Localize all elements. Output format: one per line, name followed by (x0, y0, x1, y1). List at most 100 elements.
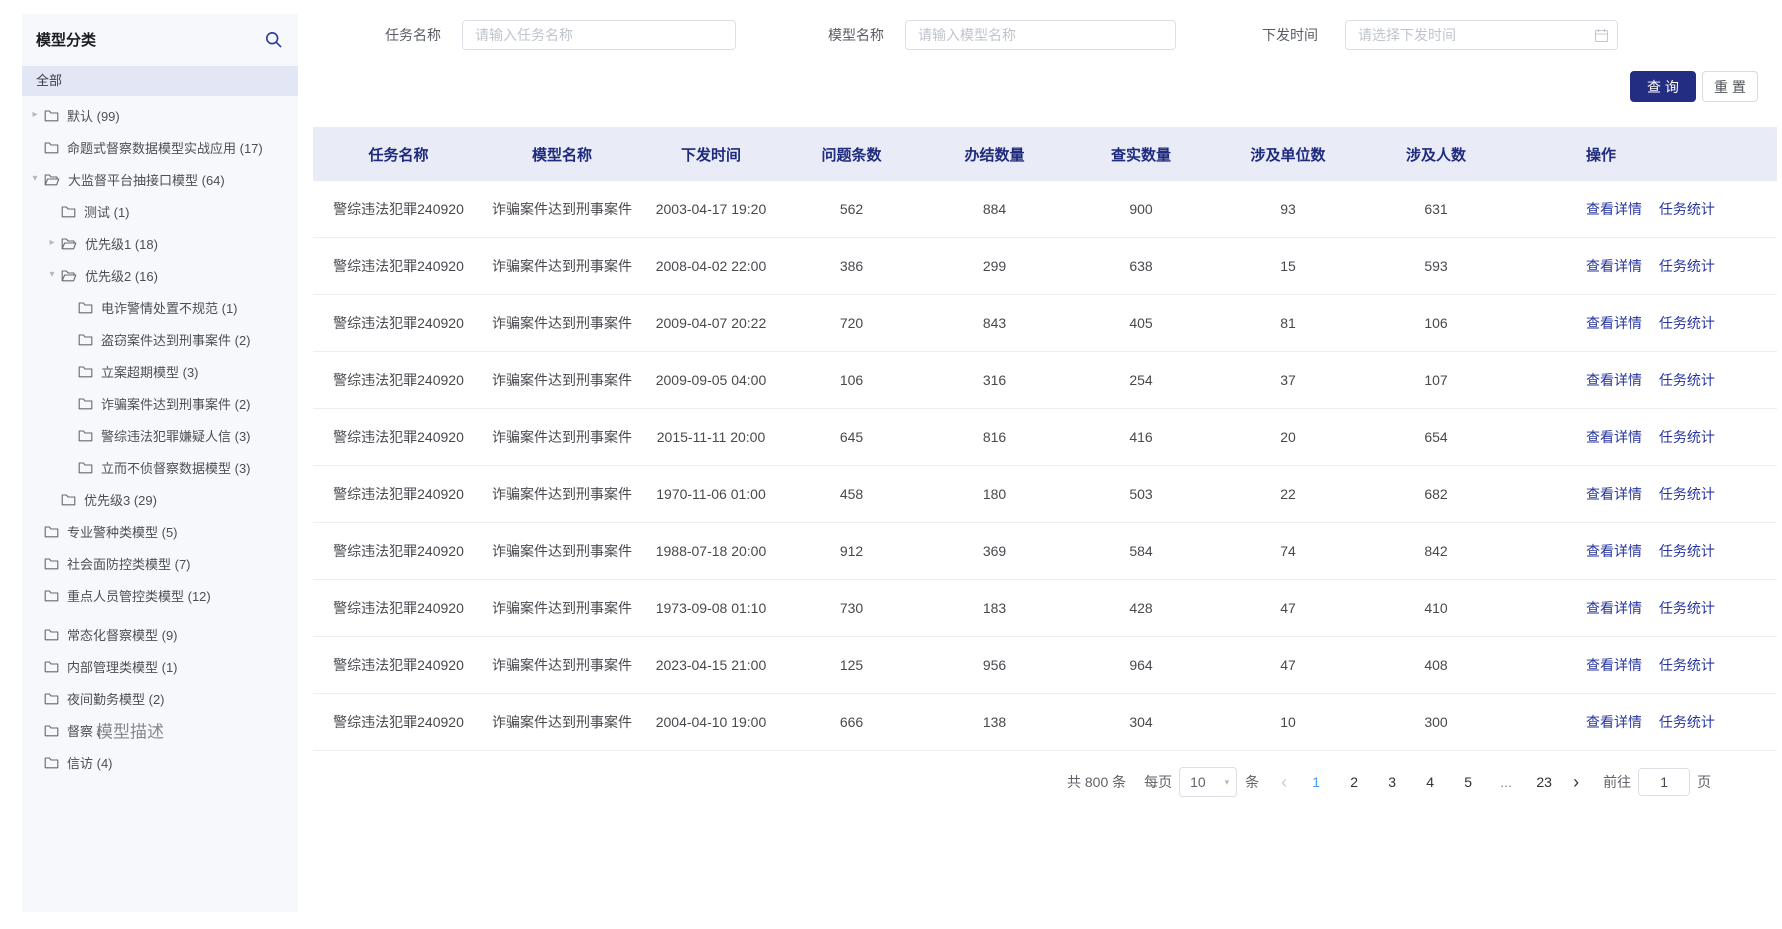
table-row: 警综违法犯罪240920 诈骗案件达到刑事案件 1988-07-18 20:00… (313, 523, 1777, 580)
view-details-link[interactable]: 查看详情 (1586, 600, 1642, 616)
pagination-ellipsis: ... (1491, 767, 1521, 797)
task-stats-link[interactable]: 任务统计 (1659, 543, 1715, 559)
pagination-page[interactable]: 4 (1415, 767, 1445, 797)
cell-actions: 查看详情 任务统计 (1510, 427, 1777, 447)
tree-item[interactable]: 命题式督察数据模型实战应用 (17) (22, 131, 298, 163)
view-details-link[interactable]: 查看详情 (1586, 486, 1642, 502)
tree-item[interactable]: 信访 (4) (22, 746, 298, 778)
cell-model-name: 诈骗案件达到刑事案件 (484, 484, 640, 504)
tree-item[interactable]: 立而不侦督察数据模型 (3) (22, 451, 298, 483)
sidebar-header: 模型分类 (22, 22, 298, 56)
folder-open-icon (61, 237, 77, 250)
folder-closed-icon (61, 205, 76, 218)
table-row: 警综违法犯罪240920 诈骗案件达到刑事案件 2004-04-10 19:00… (313, 694, 1777, 751)
view-details-link[interactable]: 查看详情 (1586, 201, 1642, 217)
sidebar-item-all[interactable]: 全部 (22, 66, 298, 96)
cell-verified-count: 416 (1068, 429, 1214, 445)
tree-item[interactable]: ▾ 大监督平台抽接口模型 (64) (22, 163, 298, 195)
view-details-link[interactable]: 查看详情 (1586, 372, 1642, 388)
reset-button[interactable]: 重 置 (1702, 71, 1758, 102)
task-stats-link[interactable]: 任务统计 (1659, 600, 1715, 616)
tree-item-label: 警综违法犯罪嫌疑人信 (3) (101, 426, 251, 445)
task-stats-link[interactable]: 任务统计 (1659, 657, 1715, 673)
tree-item[interactable]: ▾ 优先级2 (16) (22, 259, 298, 291)
cell-unit-count: 20 (1214, 429, 1362, 445)
view-details-link[interactable]: 查看详情 (1586, 543, 1642, 559)
tree-item[interactable]: 优先级3 (29) (22, 483, 298, 515)
folder-closed-icon (78, 333, 93, 346)
pagination-page[interactable]: 5 (1453, 767, 1483, 797)
pagination-page[interactable]: 23 (1529, 767, 1559, 797)
tree-item[interactable]: 夜间勤务模型 (2) (22, 682, 298, 714)
tree-item[interactable]: 社会面防控类模型 (7) (22, 547, 298, 579)
tree-item[interactable]: 常态化督察模型 (9) (22, 618, 298, 650)
tree-item-label: 专业警种类模型 (5) (67, 522, 178, 541)
search-icon[interactable] (265, 31, 282, 48)
per-page-label: 每页 (1144, 772, 1172, 792)
folder-closed-icon (44, 557, 59, 570)
view-details-link[interactable]: 查看详情 (1586, 258, 1642, 274)
tree-item[interactable]: 专业警种类模型 (5) (22, 515, 298, 547)
tree-item[interactable]: 重点人员管控类模型 (12) (22, 579, 298, 611)
page-size-select[interactable]: 10 ▾ (1179, 767, 1237, 797)
query-button[interactable]: 查 询 (1630, 71, 1696, 102)
goto-unit: 页 (1697, 772, 1711, 792)
cell-task-name: 警综违法犯罪240920 (313, 655, 484, 675)
model-name-input[interactable] (905, 20, 1176, 50)
cell-verified-count: 964 (1068, 657, 1214, 673)
tree-item[interactable]: 诈骗案件达到刑事案件 (2) (22, 387, 298, 419)
task-stats-link[interactable]: 任务统计 (1659, 372, 1715, 388)
cell-verified-count: 428 (1068, 600, 1214, 616)
tree-item[interactable]: 电诈警情处置不规范 (1) (22, 291, 298, 323)
goto-page-input[interactable] (1638, 768, 1690, 796)
tree-item[interactable]: 内部管理类模型 (1) (22, 650, 298, 682)
view-details-link[interactable]: 查看详情 (1586, 429, 1642, 445)
cell-people-count: 106 (1362, 315, 1510, 331)
cell-issue-time: 1988-07-18 20:00 (640, 543, 782, 559)
cell-issue-time: 2003-04-17 19:20 (640, 201, 782, 217)
tree-item[interactable]: ▸ 默认 (99) (22, 99, 298, 131)
expand-arrow-icon[interactable]: ▾ (28, 163, 42, 195)
cell-unit-count: 15 (1214, 258, 1362, 274)
view-details-link[interactable]: 查看详情 (1586, 657, 1642, 673)
table-row: 警综违法犯罪240920 诈骗案件达到刑事案件 1973-09-08 01:10… (313, 580, 1777, 637)
view-details-link[interactable]: 查看详情 (1586, 315, 1642, 331)
cell-done-count: 183 (921, 600, 1068, 616)
task-stats-link[interactable]: 任务统计 (1659, 714, 1715, 730)
table-body: 警综违法犯罪240920 诈骗案件达到刑事案件 2003-04-17 19:20… (313, 181, 1777, 751)
cell-model-name: 诈骗案件达到刑事案件 (484, 712, 640, 732)
next-page-button[interactable]: › (1563, 767, 1589, 797)
pagination-page[interactable]: 1 (1301, 767, 1331, 797)
tree-item[interactable]: ▸ 优先级1 (18) (22, 227, 298, 259)
view-details-link[interactable]: 查看详情 (1586, 714, 1642, 730)
tree-item[interactable]: 立案超期模型 (3) (22, 355, 298, 387)
expand-arrow-icon[interactable]: ▾ (45, 259, 59, 291)
expand-arrow-icon[interactable]: ▸ (28, 99, 42, 131)
cell-model-name: 诈骗案件达到刑事案件 (484, 598, 640, 618)
task-stats-link[interactable]: 任务统计 (1659, 486, 1715, 502)
tree-item[interactable]: 测试 (1) (22, 195, 298, 227)
cell-task-name: 警综违法犯罪240920 (313, 313, 484, 333)
cell-unit-count: 47 (1214, 657, 1362, 673)
pagination-page[interactable]: 2 (1339, 767, 1369, 797)
expand-arrow-icon[interactable]: ▸ (45, 227, 59, 259)
task-name-input[interactable] (462, 20, 736, 50)
table-header-row: 任务名称模型名称下发时间问题条数办结数量查实数量涉及单位数涉及人数操作 (313, 127, 1777, 181)
cell-people-count: 654 (1362, 429, 1510, 445)
tree-item[interactable]: 盗窃案件达到刑事案件 (2) (22, 323, 298, 355)
task-stats-link[interactable]: 任务统计 (1659, 201, 1715, 217)
folder-closed-icon (44, 756, 59, 769)
tree-item[interactable]: 警综违法犯罪嫌疑人信 (3) (22, 419, 298, 451)
task-stats-link[interactable]: 任务统计 (1659, 429, 1715, 445)
tree-item-label: 立案超期模型 (3) (101, 362, 199, 381)
cell-verified-count: 584 (1068, 543, 1214, 559)
cell-done-count: 816 (921, 429, 1068, 445)
prev-page-button[interactable]: ‹ (1271, 767, 1297, 797)
issue-time-input[interactable] (1345, 20, 1618, 50)
task-stats-link[interactable]: 任务统计 (1659, 315, 1715, 331)
pagination-page[interactable]: 3 (1377, 767, 1407, 797)
folder-open-icon (61, 269, 77, 282)
cell-done-count: 369 (921, 543, 1068, 559)
task-stats-link[interactable]: 任务统计 (1659, 258, 1715, 274)
tree-item[interactable]: 督察 ( 模型描述 (22, 714, 298, 746)
